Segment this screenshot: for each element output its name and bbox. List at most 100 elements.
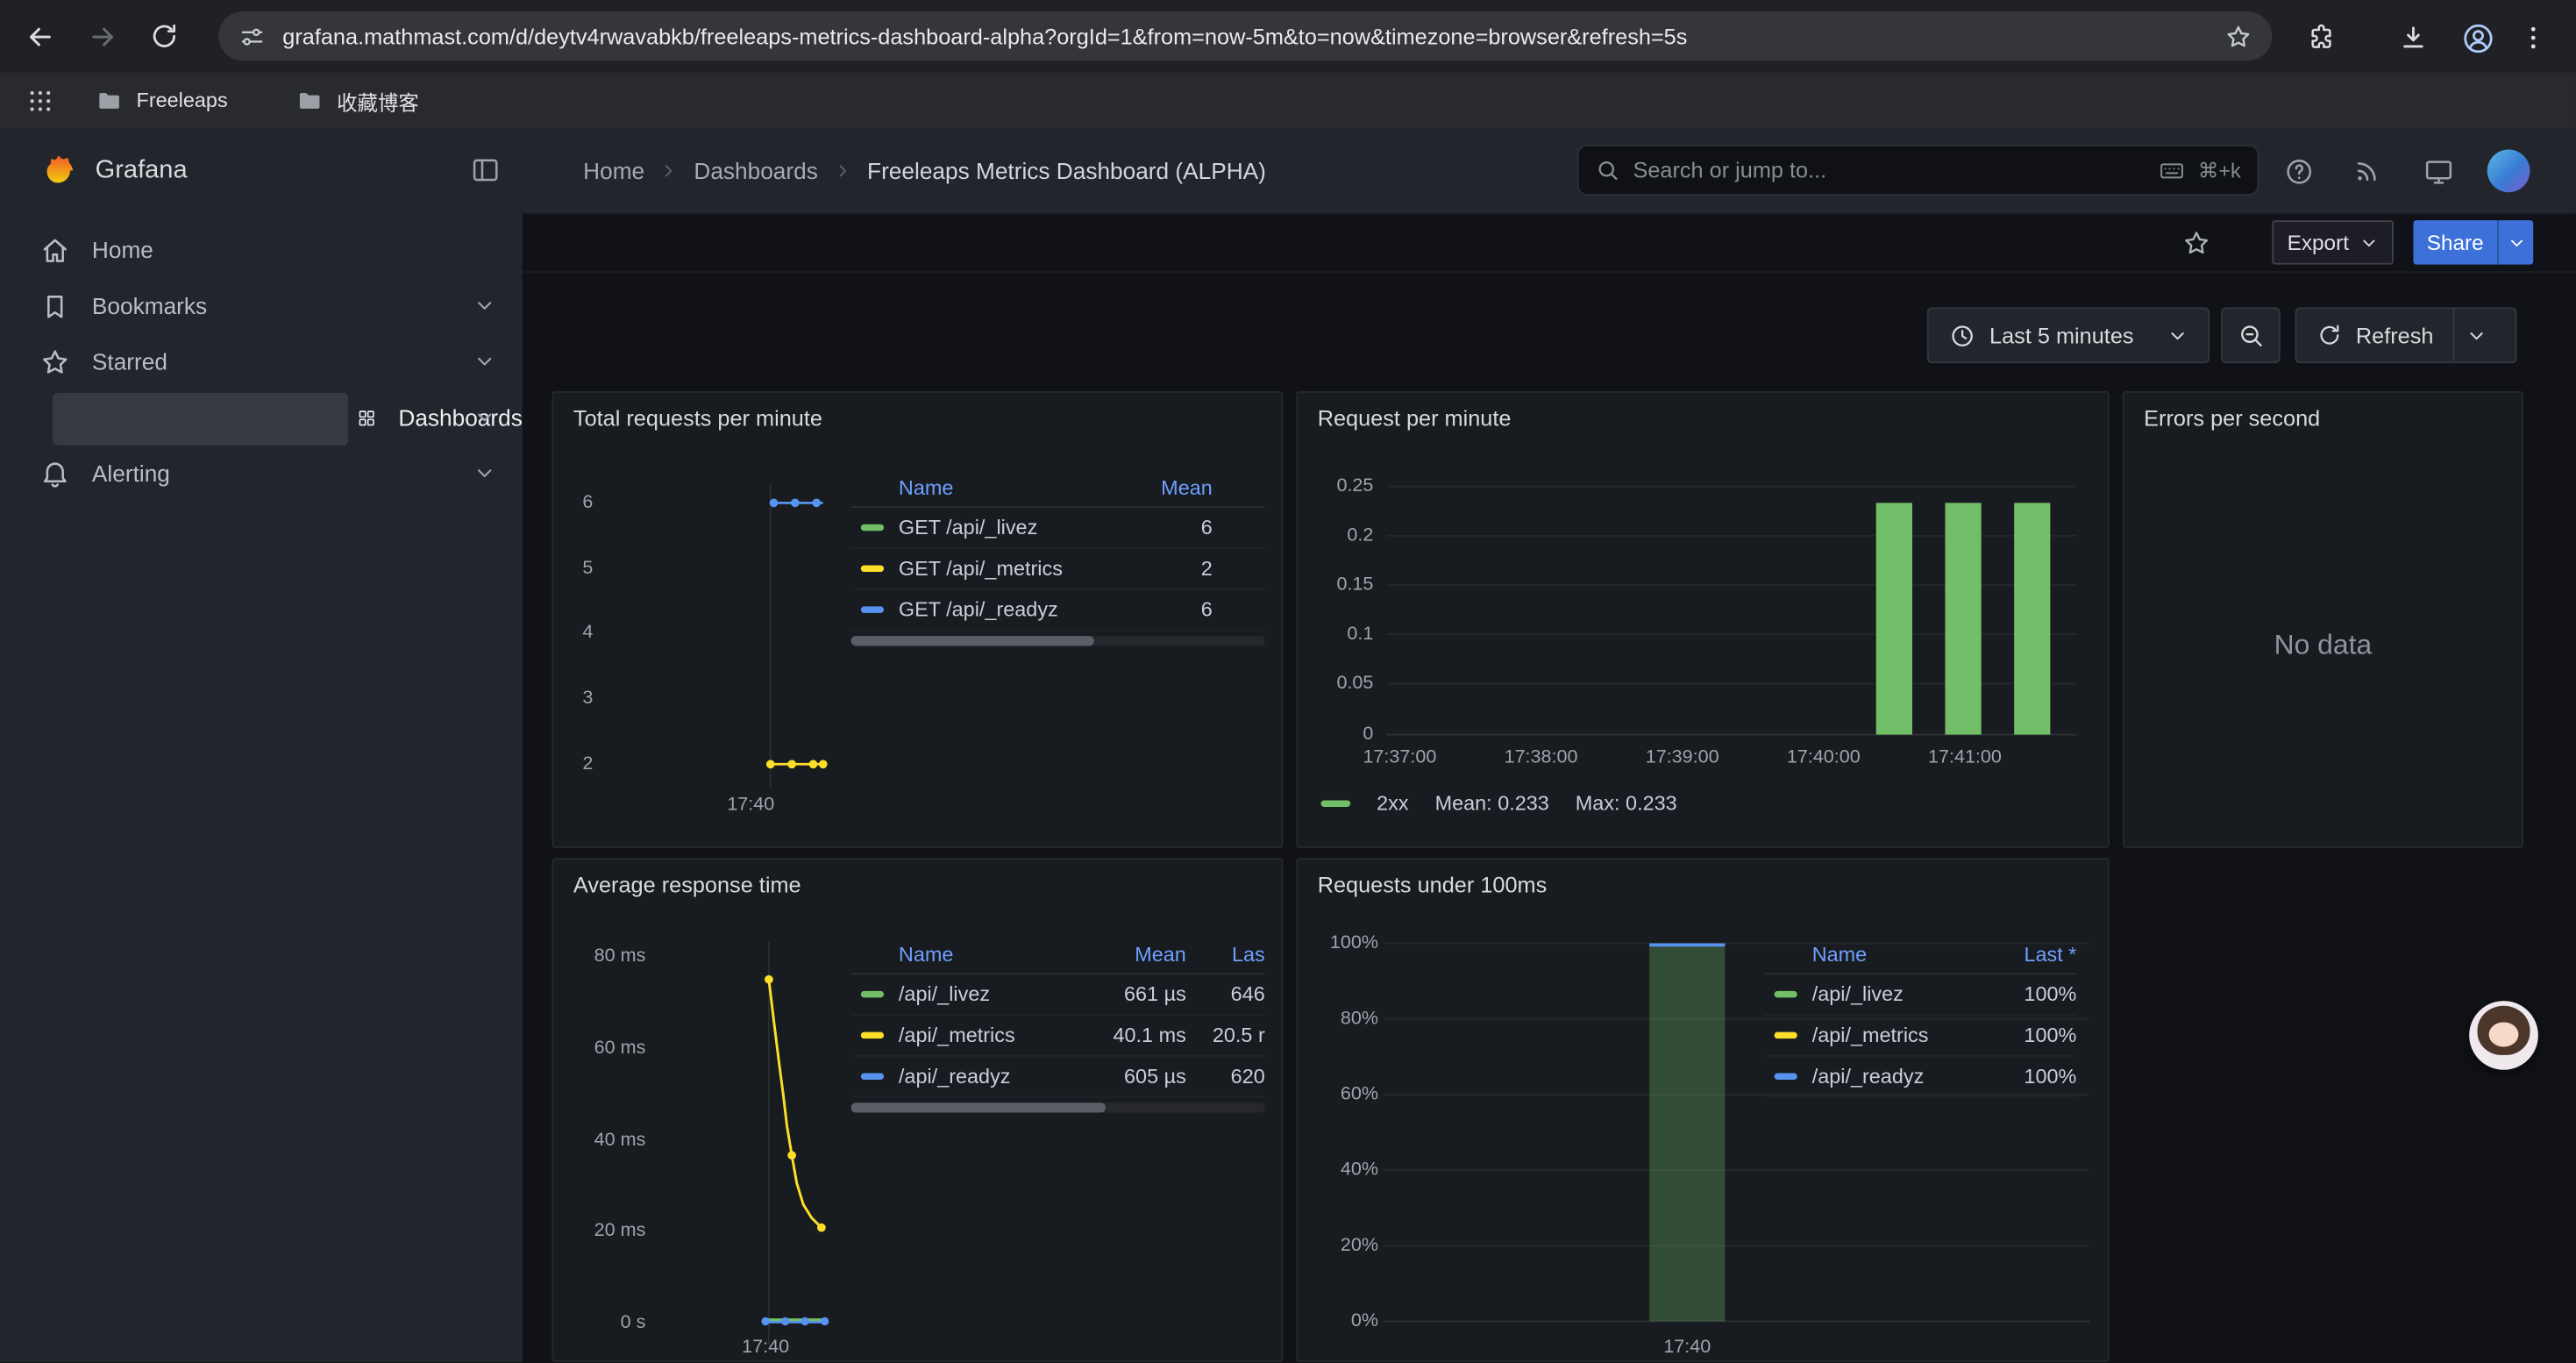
legend-scrollbar bbox=[851, 636, 1265, 646]
sidebar-item-label: Bookmarks bbox=[92, 293, 207, 319]
panel-request-per-minute: Request per minute 0.25 0.2 0.15 0.1 0.0… bbox=[1296, 391, 2109, 848]
bar-chart[interactable] bbox=[1386, 475, 2076, 741]
series-color-swatch bbox=[1320, 800, 1350, 806]
series-color-swatch bbox=[1775, 991, 1797, 997]
panel-title[interactable]: Request per minute bbox=[1318, 406, 1512, 431]
series-name[interactable]: GET /api/_readyz bbox=[899, 598, 1117, 621]
news-button[interactable] bbox=[2345, 148, 2390, 194]
chevron-right-icon bbox=[659, 161, 679, 181]
folder-icon bbox=[96, 86, 124, 114]
y-tick: 0.05 bbox=[1298, 674, 1373, 693]
display-button[interactable] bbox=[2415, 148, 2460, 194]
legend-col-mean[interactable]: Mean bbox=[1117, 475, 1213, 498]
search-input[interactable] bbox=[1633, 158, 2145, 182]
series-name[interactable]: /api/_readyz bbox=[899, 1065, 1071, 1088]
y-tick: 40% bbox=[1298, 1160, 1378, 1180]
favorite-star-button[interactable] bbox=[2174, 220, 2219, 266]
scrollbar-thumb[interactable] bbox=[851, 1103, 1106, 1112]
y-tick: 80 ms bbox=[553, 946, 645, 966]
panel-under-100ms: Requests under 100ms 100% 80% 60% 40% 20… bbox=[1296, 858, 2109, 1362]
bookmark-star-icon[interactable] bbox=[2224, 22, 2252, 50]
legend-col-last[interactable]: Last * bbox=[1984, 943, 2076, 966]
series-name[interactable]: /api/_livez bbox=[1812, 982, 1985, 1005]
y-tick: 2 bbox=[553, 754, 593, 774]
refresh-button[interactable]: Refresh bbox=[2296, 309, 2453, 361]
chevron-down-icon[interactable] bbox=[473, 294, 496, 317]
extensions-button[interactable] bbox=[2298, 15, 2344, 61]
profile-button[interactable] bbox=[2454, 15, 2500, 61]
browser-menu-button[interactable] bbox=[2510, 15, 2556, 61]
export-button[interactable]: Export bbox=[2272, 220, 2394, 265]
sidebar-item-dashboards[interactable]: Dashboards bbox=[0, 389, 523, 446]
chevron-down-icon[interactable] bbox=[473, 406, 496, 429]
share-caret-button[interactable] bbox=[2499, 220, 2533, 265]
help-button[interactable] bbox=[2275, 148, 2321, 194]
share-button[interactable]: Share bbox=[2413, 220, 2533, 265]
y-tick: 40 ms bbox=[553, 1131, 645, 1150]
chevron-down-icon bbox=[2167, 325, 2188, 346]
series-name[interactable]: /api/_livez bbox=[899, 982, 1071, 1005]
zoom-out-button[interactable] bbox=[2221, 307, 2280, 363]
panel-errors-per-second: Errors per second No data bbox=[2123, 391, 2523, 848]
url-text[interactable]: grafana.mathmast.com/d/deytv4rwavabkb/fr… bbox=[282, 24, 2208, 48]
avatar-face bbox=[2489, 1022, 2519, 1046]
panel-title[interactable]: Requests under 100ms bbox=[1318, 873, 1548, 897]
refresh-interval-caret[interactable] bbox=[2455, 309, 2500, 361]
legend-row: /api/_readyz 100% bbox=[1764, 1057, 2076, 1098]
panel-title[interactable]: Errors per second bbox=[2144, 406, 2320, 431]
apps-grid-button[interactable] bbox=[17, 77, 62, 123]
forward-icon bbox=[86, 20, 117, 52]
series-last: 100% bbox=[1984, 1065, 2076, 1088]
downloads-button[interactable] bbox=[2390, 15, 2436, 61]
series-mean: 605 µs bbox=[1071, 1065, 1186, 1088]
line-chart[interactable] bbox=[600, 485, 846, 789]
reload-button[interactable] bbox=[141, 13, 187, 59]
series-name[interactable]: /api/_readyz bbox=[1812, 1065, 1985, 1088]
series-name[interactable]: /api/_metrics bbox=[899, 1024, 1071, 1046]
line-chart[interactable] bbox=[652, 942, 853, 1345]
chevron-down-icon[interactable] bbox=[473, 462, 496, 485]
sidebar-item-alerting[interactable]: Alerting bbox=[0, 446, 523, 502]
series-color-swatch bbox=[861, 1074, 884, 1080]
legend-col-name[interactable]: Name bbox=[899, 475, 1117, 498]
series-name[interactable]: 2xx bbox=[1377, 792, 1408, 815]
legend-col-name[interactable]: Name bbox=[899, 943, 1071, 966]
assistant-avatar-button[interactable] bbox=[2469, 1001, 2538, 1070]
legend-col-last[interactable]: Las bbox=[1186, 943, 1265, 966]
series-name[interactable]: GET /api/_livez bbox=[899, 516, 1117, 539]
scrollbar-thumb[interactable] bbox=[851, 636, 1094, 646]
sidebar-item-bookmarks[interactable]: Bookmarks bbox=[0, 278, 523, 334]
breadcrumb-dashboards[interactable]: Dashboards bbox=[694, 158, 817, 184]
x-tick: 17:38:00 bbox=[1505, 748, 1578, 767]
bell-icon bbox=[39, 458, 71, 489]
panel-title[interactable]: Total requests per minute bbox=[573, 406, 822, 431]
bookmark-item[interactable]: Freeleaps bbox=[96, 72, 228, 128]
chevron-down-icon bbox=[2466, 325, 2487, 346]
sidebar-item-starred[interactable]: Starred bbox=[0, 333, 523, 389]
series-mean: 6 bbox=[1117, 516, 1213, 539]
sidebar-item-home[interactable]: Home bbox=[0, 222, 523, 278]
series-name[interactable]: /api/_metrics bbox=[1812, 1024, 1985, 1046]
series-name[interactable]: GET /api/_metrics bbox=[899, 557, 1117, 580]
time-range-picker[interactable]: Last 5 minutes bbox=[1927, 307, 2210, 363]
breadcrumb-home[interactable]: Home bbox=[583, 158, 644, 184]
panel-title[interactable]: Average response time bbox=[573, 873, 801, 897]
chevron-down-icon[interactable] bbox=[473, 350, 496, 373]
back-button[interactable] bbox=[17, 13, 62, 59]
search-box[interactable]: ⌘+k bbox=[1577, 145, 2259, 196]
user-avatar[interactable] bbox=[2487, 150, 2530, 193]
legend-col-mean[interactable]: Mean bbox=[1071, 943, 1186, 966]
series-color-swatch bbox=[861, 1032, 884, 1038]
share-label-segment[interactable]: Share bbox=[2413, 220, 2497, 265]
x-tick: 17:40 bbox=[1663, 1338, 1711, 1357]
legend-col-name[interactable]: Name bbox=[1812, 943, 1985, 966]
url-bar[interactable]: grafana.mathmast.com/d/deytv4rwavabkb/fr… bbox=[218, 11, 2272, 61]
y-tick: 0.25 bbox=[1298, 476, 1373, 496]
site-info-icon[interactable] bbox=[238, 22, 267, 50]
series-color-swatch bbox=[861, 566, 884, 572]
sidebar-toggle-button[interactable] bbox=[470, 154, 502, 186]
bookmark-item[interactable]: 收藏博客 bbox=[295, 72, 419, 128]
legend-row: /api/_livez 661 µs 646 bbox=[851, 974, 1265, 1016]
forward-button[interactable] bbox=[79, 13, 125, 59]
series-color-swatch bbox=[1775, 1074, 1797, 1080]
